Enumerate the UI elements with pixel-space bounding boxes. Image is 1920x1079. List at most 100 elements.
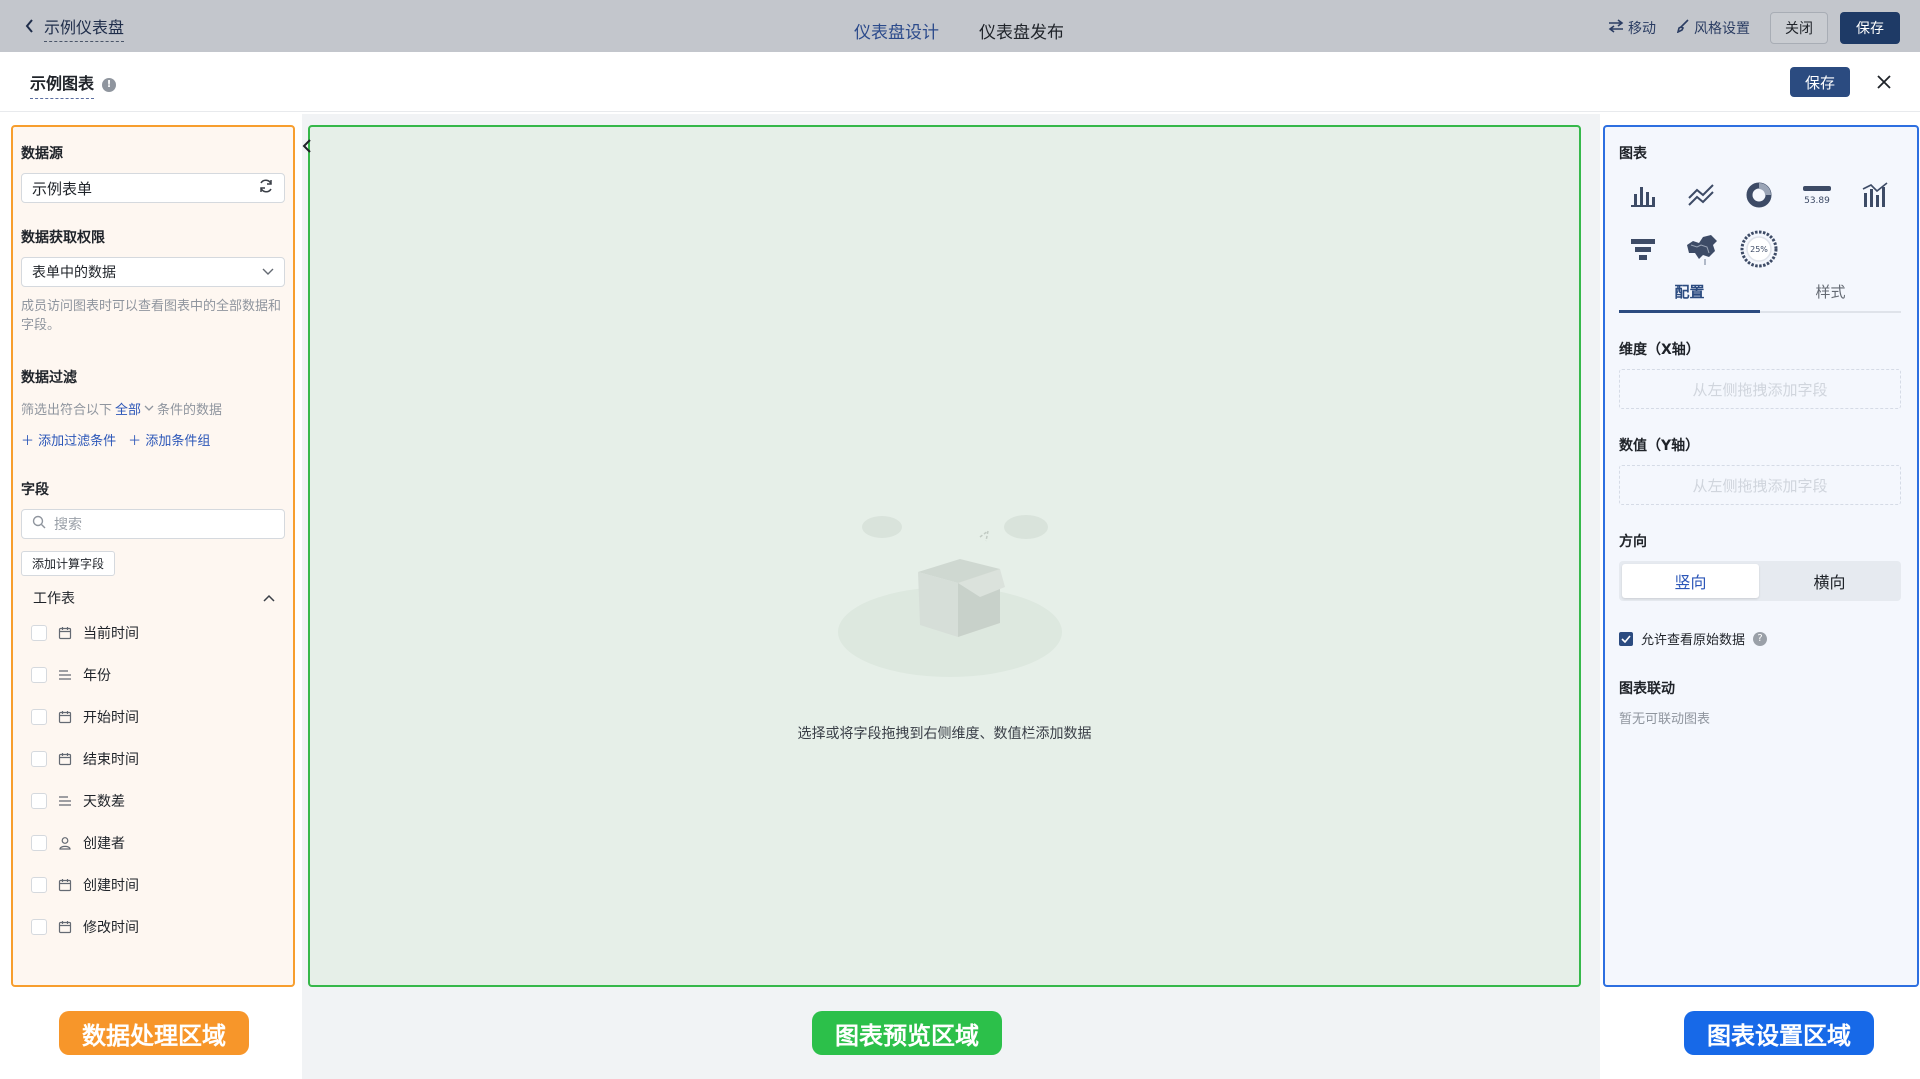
linkage-title: 图表联动 [1619, 681, 1675, 697]
field-checkbox[interactable] [31, 751, 47, 767]
top-close-button[interactable]: 关闭 [1770, 12, 1828, 44]
calendar-icon [57, 625, 73, 641]
calendar-icon [57, 919, 73, 935]
add-condition-group-link[interactable]: ＋ 添加条件组 [128, 430, 210, 449]
field-row[interactable]: 当前时间 [21, 612, 285, 654]
text-lines-icon [57, 667, 73, 683]
gauge-ring-icon[interactable]: 25% [1735, 227, 1783, 271]
indicator-card-icon[interactable]: 53.89 [1793, 173, 1841, 217]
field-row[interactable]: 年份 [21, 654, 285, 696]
field-row[interactable]: 修改时间 [21, 906, 285, 948]
field-list: 当前时间年份 开始时间结束时间天数差创建者创建时间修改时间 [21, 612, 285, 948]
datasource-value: 示例表单 [32, 179, 93, 198]
field-name: 结束时间 [83, 752, 139, 768]
permission-select[interactable]: 表单中的数据 [21, 257, 285, 287]
direction-vertical-option[interactable]: 竖向 [1622, 564, 1759, 598]
field-row[interactable]: 天数差 [21, 780, 285, 822]
tab-config[interactable]: 配置 [1619, 275, 1760, 313]
calendar-icon [57, 877, 73, 893]
search-icon [32, 515, 46, 533]
allow-raw-data-checkbox[interactable] [1619, 631, 1633, 646]
filter-condition-line: 筛选出符合以下 全部 条件的数据 [21, 399, 285, 418]
move-button[interactable]: 移动 [1608, 18, 1656, 38]
allow-raw-data-row: 允许查看原始数据 ? [1619, 629, 1903, 648]
field-name: 修改时间 [83, 920, 139, 936]
field-search-input[interactable]: 搜索 [21, 509, 285, 539]
close-icon[interactable] [1868, 66, 1900, 98]
dashboard-name: 示例仪表盘 [44, 14, 125, 42]
chart-title-text: 示例图表 [30, 70, 95, 99]
field-checkbox[interactable] [31, 919, 47, 935]
back-to-dashboard-link[interactable]: 示例仪表盘 [24, 14, 125, 42]
move-label: 移动 [1628, 21, 1656, 37]
field-row[interactable]: 结束时间 [21, 738, 285, 780]
value-drop-zone[interactable]: 从左侧拖拽添加字段 [1619, 465, 1901, 505]
plus-icon: ＋ [128, 434, 142, 449]
info-icon[interactable]: ! [102, 77, 117, 92]
funnel-chart-icon[interactable] [1619, 227, 1667, 271]
calendar-icon [57, 751, 73, 767]
calendar-icon [57, 709, 73, 725]
chart-title[interactable]: 示例图表 ! [30, 70, 117, 99]
settings-tabs: 配置 样式 [1619, 275, 1901, 313]
china-map-icon[interactable] [1677, 227, 1725, 271]
refresh-icon[interactable] [258, 178, 274, 198]
datasource-select[interactable]: 示例表单 [21, 173, 285, 203]
plus-icon: ＋ [21, 434, 35, 449]
direction-horizontal-option[interactable]: 横向 [1761, 564, 1898, 598]
indicator-card-value: 53.89 [1804, 196, 1830, 206]
add-calculated-field-button[interactable]: 添加计算字段 [21, 551, 116, 576]
chevron-left-icon [24, 18, 36, 38]
permission-title: 数据获取权限 [21, 230, 105, 246]
tab-dashboard-publish[interactable]: 仪表盘发布 [979, 18, 1064, 43]
field-row[interactable]: 创建者 [21, 822, 285, 864]
worksheet-group-header[interactable]: 工作表 [21, 588, 285, 608]
modal-header: 示例图表 ! 保存 [0, 52, 1920, 112]
filter-match-select[interactable]: 全部 [115, 399, 141, 418]
field-checkbox[interactable] [31, 667, 47, 683]
chevron-down-icon [262, 264, 274, 280]
chart-save-button[interactable]: 保存 [1790, 67, 1850, 97]
user-icon [57, 835, 73, 851]
top-bar: 示例仪表盘 仪表盘设计 仪表盘发布 移动 风格设置 关闭 保存 [0, 0, 1920, 52]
add-filter-label: 添加过滤条件 [38, 434, 117, 449]
add-filter-condition-link[interactable]: ＋ 添加过滤条件 [21, 430, 116, 449]
field-checkbox[interactable] [31, 835, 47, 851]
dimension-title: 维度（X轴） [1619, 342, 1700, 358]
line-chart-icon[interactable] [1677, 173, 1725, 217]
tab-dashboard-design[interactable]: 仪表盘设计 [854, 18, 939, 43]
add-group-label: 添加条件组 [145, 434, 211, 449]
bar-chart-icon[interactable] [1619, 173, 1667, 217]
chevron-down-icon[interactable] [144, 401, 154, 416]
field-name: 创建时间 [83, 878, 139, 894]
field-checkbox[interactable] [31, 625, 47, 641]
top-actions: 移动 风格设置 关闭 保存 [1608, 12, 1900, 44]
filter-prefix: 筛选出符合以下 [21, 403, 113, 418]
top-tabs: 仪表盘设计 仪表盘发布 [854, 18, 1064, 43]
datasource-title: 数据源 [21, 146, 63, 162]
filter-title: 数据过滤 [21, 370, 77, 386]
field-name: 当前时间 [83, 626, 139, 642]
field-row[interactable]: 开始时间 [21, 696, 285, 738]
data-area-label: 数据处理区域 [59, 1011, 249, 1055]
preview-area-label: 图表预览区域 [812, 1011, 1002, 1055]
field-name: 创建者 [83, 836, 125, 852]
chart-preview-panel: 选择或将字段拖拽到右侧维度、数值栏添加数据 [308, 125, 1581, 987]
style-settings-label: 风格设置 [1694, 21, 1750, 37]
tab-style[interactable]: 样式 [1760, 275, 1901, 311]
style-settings-button[interactable]: 风格设置 [1676, 18, 1750, 38]
text-lines-icon [57, 793, 73, 809]
top-save-button[interactable]: 保存 [1840, 12, 1900, 44]
linkage-empty-text: 暂无可联动图表 [1619, 712, 1711, 727]
help-icon[interactable]: ? [1753, 631, 1768, 646]
field-checkbox[interactable] [31, 793, 47, 809]
dimension-drop-zone[interactable]: 从左侧拖拽添加字段 [1619, 369, 1901, 409]
field-checkbox[interactable] [31, 709, 47, 725]
donut-chart-icon[interactable] [1735, 173, 1783, 217]
direction-toggle: 竖向 横向 [1619, 561, 1901, 601]
bar-line-combo-icon[interactable] [1851, 173, 1899, 217]
permission-hint: 成员访问图表时可以查看图表中的全部数据和字段。 [21, 299, 282, 333]
field-checkbox[interactable] [31, 877, 47, 893]
collapse-panel-chevron-icon[interactable] [300, 136, 314, 156]
field-row[interactable]: 创建时间 [21, 864, 285, 906]
